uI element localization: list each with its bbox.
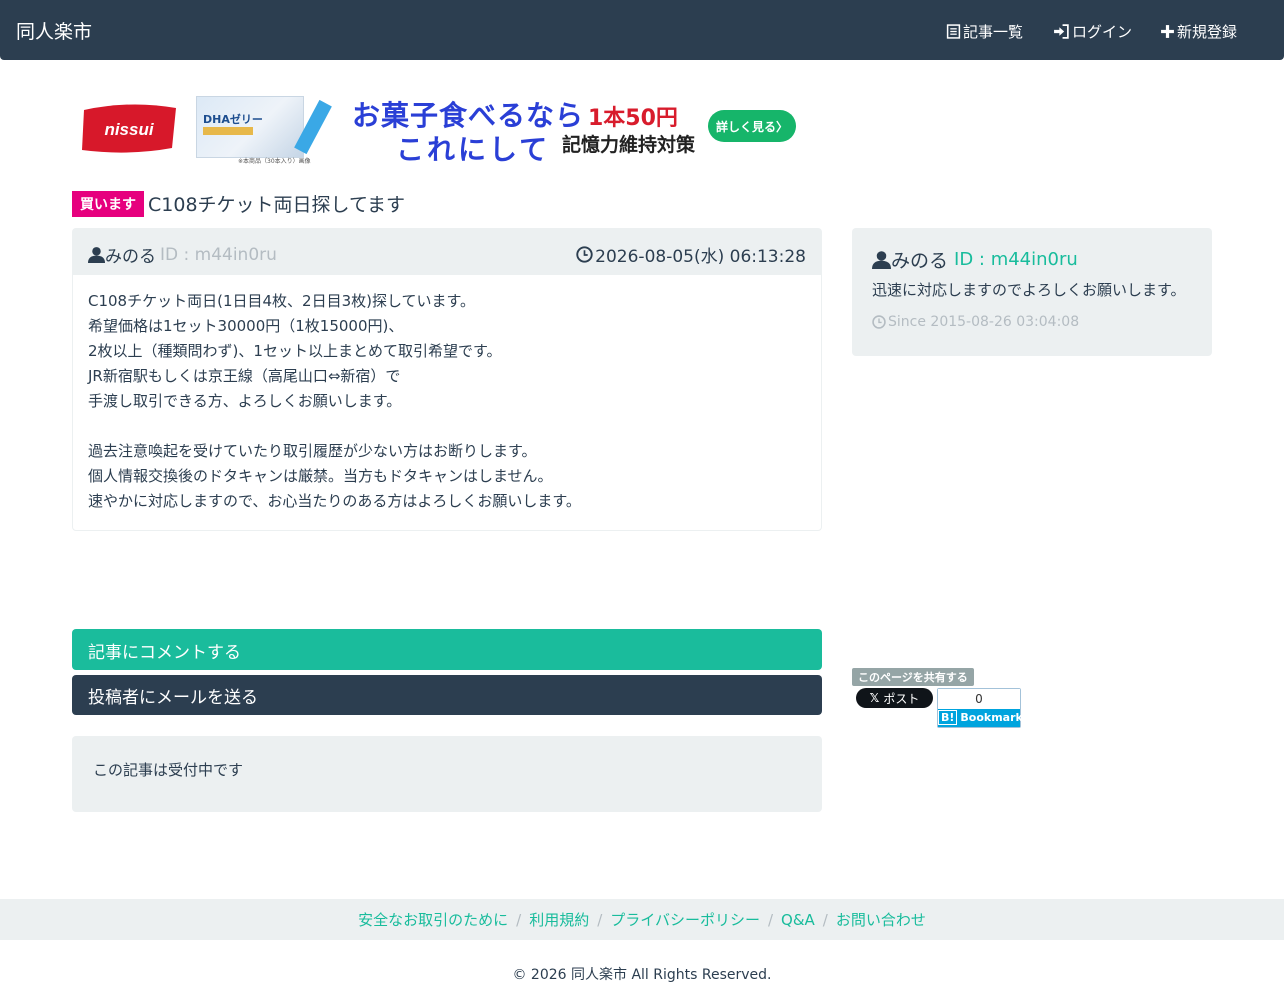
nav-register[interactable]: 新規登録 (1160, 21, 1237, 42)
post-body-line: 希望価格は1セット30000円（1枚15000円)、 (88, 317, 404, 335)
profile-name: みのる (891, 250, 949, 272)
status-text: この記事は受付中です (93, 761, 244, 779)
hatena-label-row: B! Bookmark (938, 709, 1023, 727)
post-body-line: 速やかに対応しますので、お心当たりのある方はよろしくお願いします。 (88, 492, 581, 510)
footer-separator: / (822, 910, 828, 929)
nav-article-list-label: 記事一覧 (963, 23, 1024, 41)
post-panel: みのる ID : m44in0ru 2026-08-05(水) 06:13:28… (72, 228, 822, 531)
ad-product-text: DHAゼリー (203, 113, 263, 126)
post-body-line: 2枚以上（種類問わず)、1セット以上まとめて取引希望です。 (88, 342, 502, 360)
plus-icon (1161, 25, 1174, 38)
profile-name-row: みのる ID : m44in0ru (872, 246, 1192, 273)
footer-separator: / (516, 910, 522, 929)
nav-register-label: 新規登録 (1177, 23, 1238, 41)
footer-link-privacy[interactable]: プライバシーポリシー (610, 909, 760, 930)
nav-login[interactable]: ログイン (1053, 21, 1132, 42)
clock-icon (872, 315, 886, 329)
post-body-line: 個人情報交換後のドタキャンは厳禁。当方もドタキャンはしません。 (88, 467, 553, 485)
footer-link-qa[interactable]: Q&A (781, 911, 815, 929)
footer-separator: / (767, 910, 774, 929)
user-icon (872, 251, 891, 269)
x-post-label: ポスト (883, 691, 920, 706)
post-datetime: 2026-08-05(水) 06:13:28 (576, 242, 806, 267)
x-post-button[interactable]: 𝕏 ポスト (856, 688, 933, 708)
status-well: この記事は受付中です (72, 736, 822, 812)
ad-product-band (203, 127, 253, 135)
ad-price: 1本50円 (588, 106, 678, 131)
hatena-label: Bookmark (960, 711, 1023, 724)
post-datetime-text: 2026-08-05(水) 06:13:28 (595, 247, 806, 267)
post-body: C108チケット両日(1日目4枚、2日目3枚)探しています。 希望価格は1セット… (73, 275, 821, 528)
send-mail-button[interactable]: 投稿者にメールを送る (72, 675, 822, 715)
post-body-line: C108チケット両日(1日目4枚、2日目3枚)探しています。 (88, 292, 476, 310)
post-title-row: 買います C108チケット両日探してます (72, 190, 405, 217)
ad-tagline: 記憶力維持対策 (562, 134, 696, 156)
hatena-b-icon: B! (938, 710, 958, 725)
post-author-name: みのる (105, 247, 156, 267)
profile-since: Since 2015-08-26 03:04:08 (872, 314, 1192, 330)
x-logo-icon: 𝕏 (869, 691, 880, 705)
post-author[interactable]: みのる ID : m44in0ru (88, 242, 277, 267)
nav-login-label: ログイン (1072, 23, 1133, 41)
ad-banner[interactable]: nissui DHAゼリー ※本商品（30本入り）画像 お菓子食べるなら これに… (78, 92, 798, 166)
post-author-id: ID : m44in0ru (160, 244, 277, 265)
nav-article-list[interactable]: 記事一覧 (946, 21, 1023, 42)
author-profile-card: みのる ID : m44in0ru 迅速に対応しますのでよろしくお願いします。 … (852, 228, 1212, 356)
post-title: C108チケット両日探してます (148, 194, 406, 216)
list-icon (946, 24, 961, 39)
footer-nav: 安全なお取引のために / 利用規約 / プライバシーポリシー / Q&A / お… (0, 899, 1284, 940)
user-icon (88, 247, 105, 263)
ad-logo-text: nissui (104, 120, 154, 139)
footer-separator: / (597, 910, 603, 929)
post-body-line: JR新宿駅もしくは京王線（高尾山口⇔新宿）で (88, 367, 401, 385)
footer-link-terms[interactable]: 利用規約 (529, 909, 589, 930)
copyright: © 2026 同人楽市 All Rights Reserved. (512, 967, 772, 983)
ad-product-image: DHAゼリー (196, 96, 304, 158)
post-body-line: 手渡し取引できる方、よろしくお願いします。 (88, 392, 402, 410)
hatena-bookmark-button[interactable]: 0 B! Bookmark (937, 688, 1023, 728)
ad-cta-button[interactable]: 詳しく見る〉 (708, 110, 796, 142)
login-icon (1054, 24, 1069, 39)
footer-link-contact[interactable]: お問い合わせ (836, 909, 926, 930)
buy-badge: 買います (72, 190, 144, 217)
nissui-logo: nissui (82, 104, 176, 153)
profile-message: 迅速に対応しますのでよろしくお願いします。 (872, 281, 1186, 299)
brand-logo[interactable]: 同人楽市 (16, 17, 92, 44)
hatena-count: 0 (938, 689, 1020, 709)
clock-icon (576, 246, 593, 263)
ad-caption: ※本商品（30本入り）画像 (238, 158, 311, 165)
share-label: このページを共有する (852, 668, 974, 686)
post-body-line (88, 414, 806, 439)
footer-link-safety[interactable]: 安全なお取引のために (358, 909, 508, 930)
profile-since-text: Since 2015-08-26 03:04:08 (888, 314, 1080, 330)
post-body-line: 過去注意喚起を受けていたり取引履歴が少ない方はお断りします。 (88, 442, 537, 460)
comment-button[interactable]: 記事にコメントする (72, 629, 822, 670)
navbar: 同人楽市 記事一覧 ログイン 新規登録 (0, 0, 1284, 60)
profile-id-link[interactable]: ID : m44in0ru (954, 249, 1078, 270)
ad-headline-2: これにして (396, 133, 551, 166)
post-panel-header: みのる ID : m44in0ru 2026-08-05(水) 06:13:28 (73, 229, 821, 275)
